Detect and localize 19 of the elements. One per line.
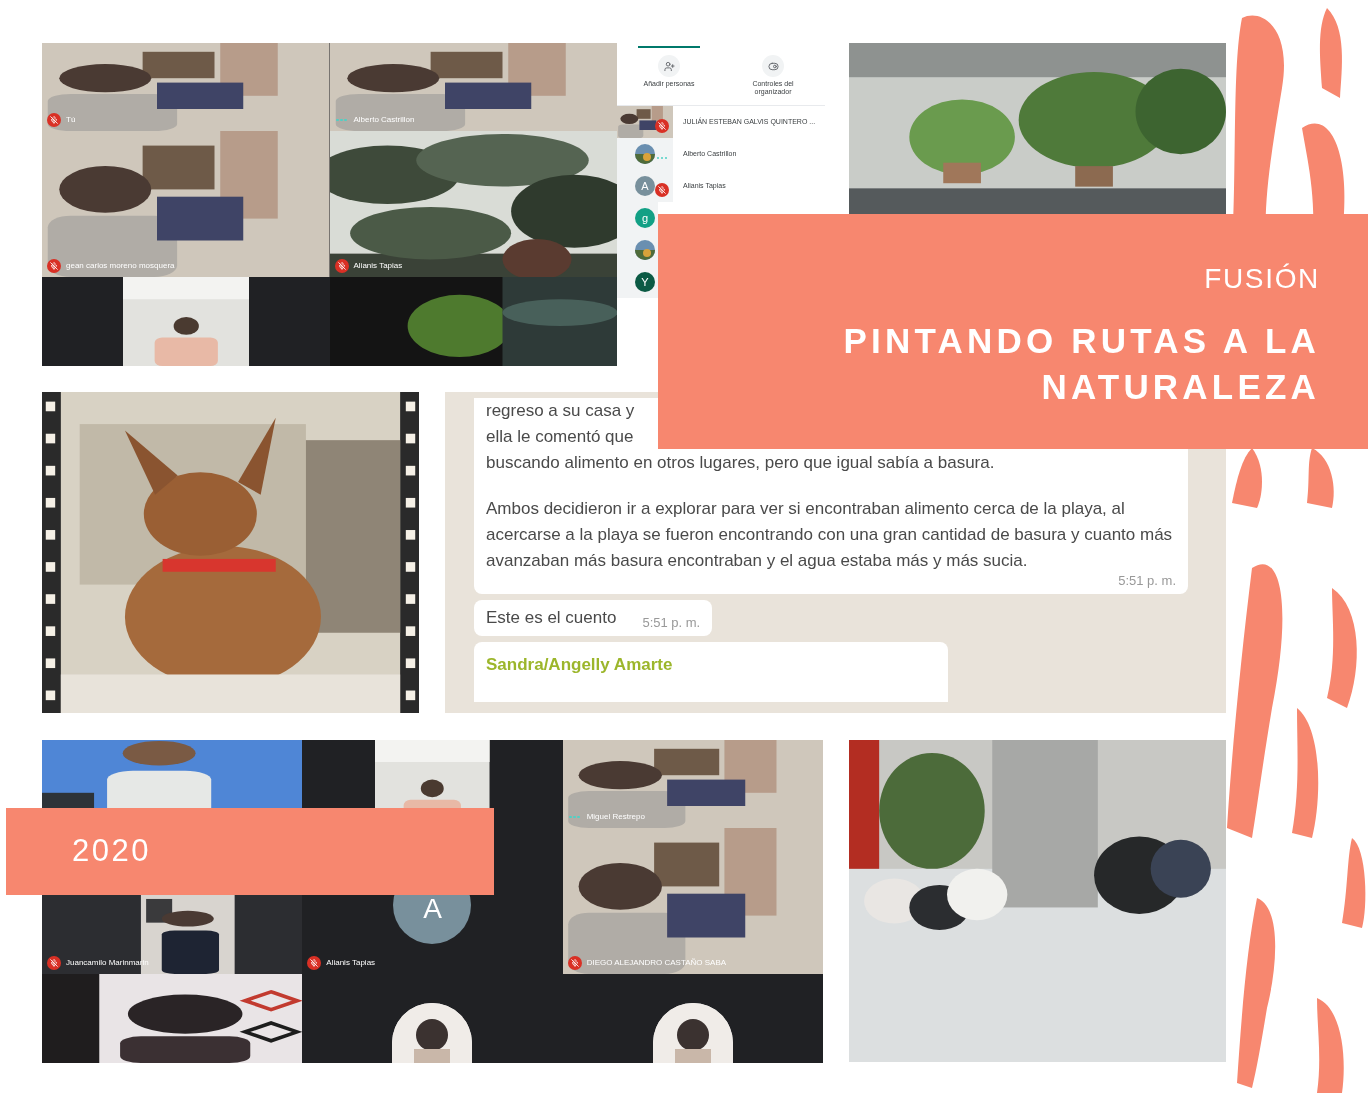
message-time: 5:51 p. m. [1118,574,1176,588]
add-person-icon [663,60,675,72]
banner-title: PINTANDO RUTAS A LA [843,320,1320,362]
sender-name: Sandra/Angelly Amarte [486,655,673,674]
participant-name: DIEGO ALEJANDRO CASTAÑO SABA [586,957,727,969]
message-text: Ambos decidieron ir a explorar para ver si encontraban alimento cerca de la playa, al acercarse a la playa se fueron encontrando con una gran cantidad de basura y cuanto más avanzaban más basura encontraban y el agua estaba más y más sucia. [486,498,1174,572]
message-line: buscando alimento en otros lugares, pero que igual sabía a basura. [486,452,995,474]
message-time: 5:51 p. m. [642,613,701,632]
message-text: Este es el cuento [486,607,617,630]
message-line: ella le comentó que [486,426,634,448]
participant-name: Alianis Tapias [326,957,376,969]
banner-title: NATURALEZA [1041,366,1320,408]
avatar-photo [635,144,655,164]
banner-eyebrow: FUSIÓN [1204,262,1320,296]
participant-row[interactable]: Y [617,266,658,298]
avatar-photo [635,240,655,260]
message-line: regreso a su casa y [486,400,635,422]
toggle-icon [767,60,779,72]
year-label: 2020 [72,832,151,871]
